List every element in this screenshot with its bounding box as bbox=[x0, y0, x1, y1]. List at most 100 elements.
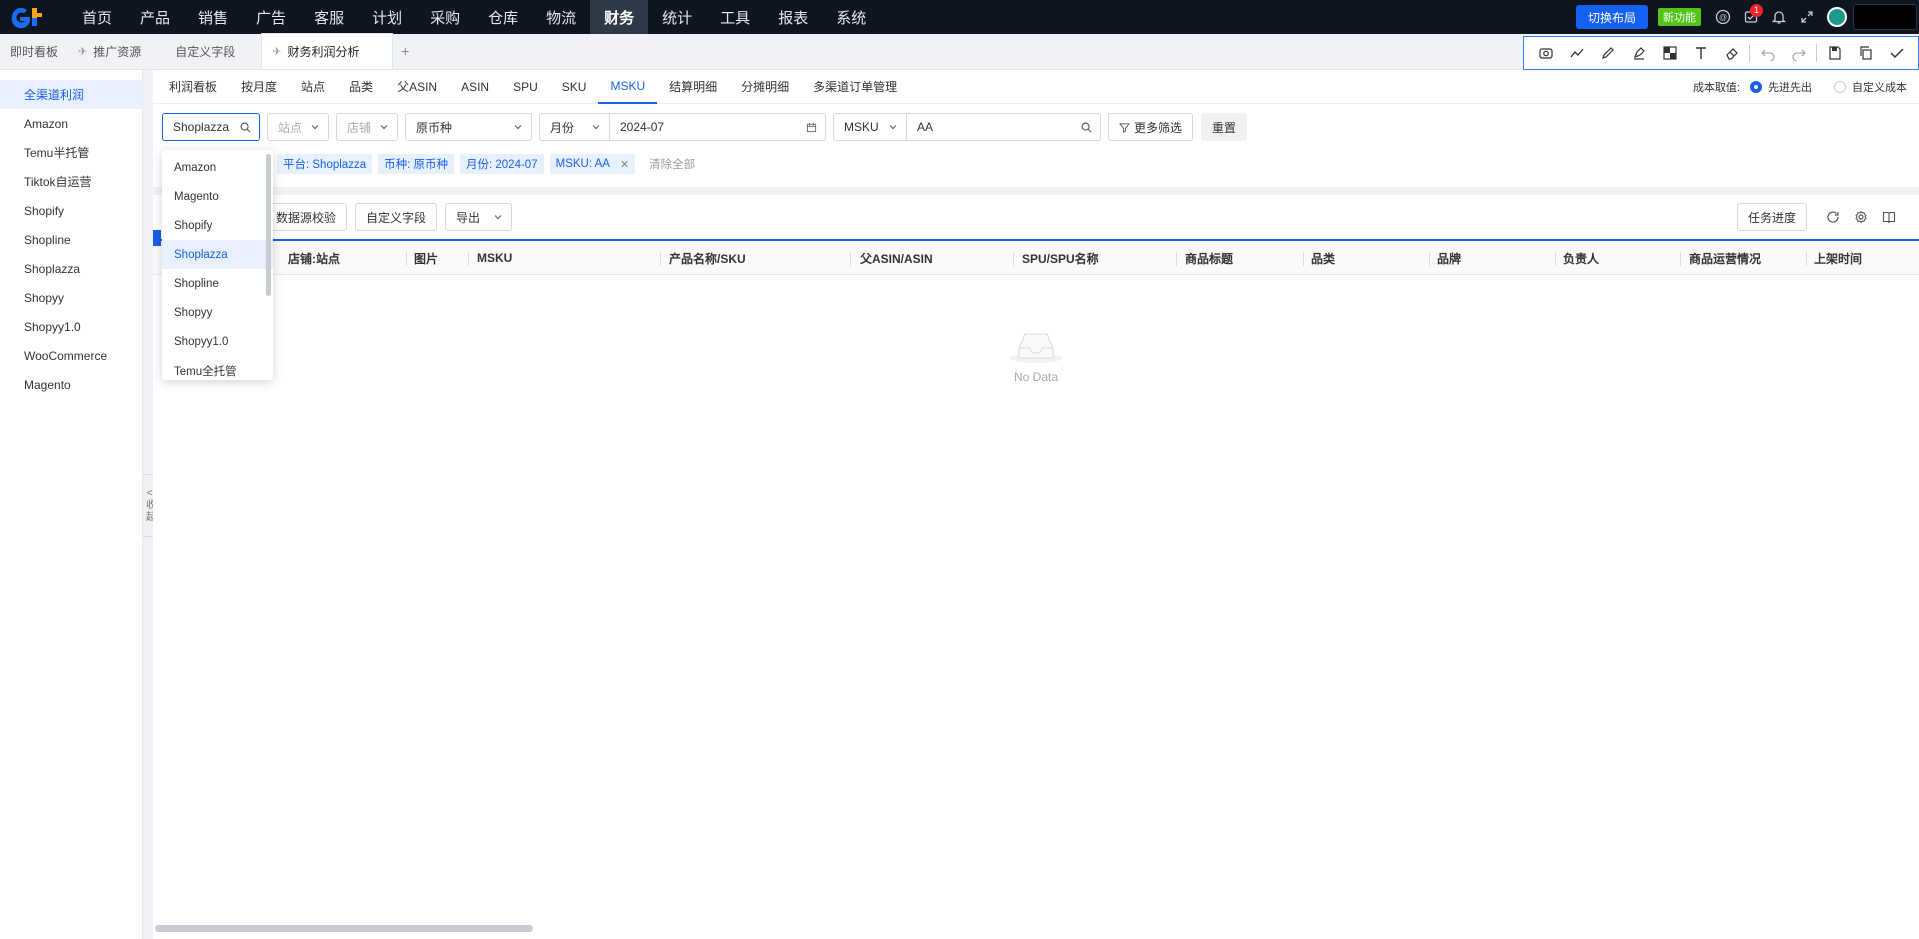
tab-msku[interactable]: MSKU bbox=[598, 70, 658, 104]
radio-fifo[interactable] bbox=[1750, 81, 1762, 93]
col-msku[interactable]: MSKU bbox=[477, 241, 512, 275]
select-all-marker[interactable] bbox=[153, 230, 161, 246]
tab-site[interactable]: 站点 bbox=[289, 70, 337, 104]
close-icon[interactable]: ✕ bbox=[620, 158, 629, 171]
fullscreen-icon[interactable] bbox=[1793, 0, 1821, 34]
tab-dashboard[interactable]: 即时看板 bbox=[0, 33, 68, 69]
highlighter-icon[interactable] bbox=[1623, 37, 1654, 69]
mosaic-icon[interactable] bbox=[1654, 37, 1685, 69]
undo-icon[interactable] bbox=[1752, 37, 1783, 69]
curve-icon[interactable] bbox=[1561, 37, 1592, 69]
period-type-select[interactable]: 月份 bbox=[539, 113, 610, 141]
fifo-label[interactable]: 先进先出 bbox=[1768, 79, 1812, 95]
option-temu-full[interactable]: Temu全托管 bbox=[162, 356, 273, 380]
tab-promo-resource[interactable]: ✈ 推广资源 bbox=[68, 33, 151, 69]
nav-finance[interactable]: 财务 bbox=[590, 0, 649, 34]
confirm-icon[interactable] bbox=[1881, 37, 1912, 69]
reset-button[interactable]: 重置 bbox=[1201, 113, 1248, 141]
bell-icon[interactable] bbox=[1765, 0, 1793, 34]
gear-icon[interactable] bbox=[1847, 203, 1875, 231]
option-shopline[interactable]: Shopline bbox=[162, 269, 273, 298]
pen-icon[interactable] bbox=[1592, 37, 1623, 69]
add-tab-button[interactable]: + bbox=[401, 33, 409, 69]
pin-icon[interactable]: ✈ bbox=[78, 45, 87, 58]
tab-category[interactable]: 品类 bbox=[337, 70, 385, 104]
refresh-icon[interactable] bbox=[1819, 203, 1847, 231]
sidebar-item-shoplazza[interactable]: Shoplazza bbox=[0, 254, 142, 283]
export-button[interactable]: 导出 bbox=[445, 203, 513, 231]
horizontal-scrollbar[interactable] bbox=[155, 925, 1919, 933]
task-progress-button[interactable]: 任务进度 bbox=[1736, 203, 1807, 231]
tab-parent-asin[interactable]: 父ASIN bbox=[385, 70, 449, 104]
tab-allocation[interactable]: 分摊明细 bbox=[729, 70, 801, 104]
app-logo[interactable] bbox=[0, 0, 56, 34]
col-shop-site[interactable]: 店铺:站点 bbox=[288, 241, 340, 275]
col-owner[interactable]: 负责人 bbox=[1563, 241, 1599, 275]
custom-cost-label[interactable]: 自定义成本 bbox=[1852, 79, 1907, 95]
redo-icon[interactable] bbox=[1783, 37, 1814, 69]
nav-warehouse[interactable]: 仓库 bbox=[474, 0, 532, 34]
shop-select[interactable]: 店铺 bbox=[336, 113, 398, 141]
nav-logistics[interactable]: 物流 bbox=[532, 0, 590, 34]
col-category[interactable]: 品类 bbox=[1311, 241, 1335, 275]
nav-system[interactable]: 系统 bbox=[822, 0, 880, 34]
nav-purchase[interactable]: 采购 bbox=[416, 0, 474, 34]
nav-ads[interactable]: 广告 bbox=[242, 0, 300, 34]
search-type-select[interactable]: MSKU bbox=[833, 113, 907, 141]
month-picker[interactable]: 2024-07 bbox=[610, 113, 826, 141]
nav-tools[interactable]: 工具 bbox=[706, 0, 764, 34]
site-select[interactable]: 站点 bbox=[267, 113, 329, 141]
tab-monthly[interactable]: 按月度 bbox=[229, 70, 289, 104]
nav-plan[interactable]: 计划 bbox=[358, 0, 416, 34]
nav-home[interactable]: 首页 bbox=[68, 0, 126, 34]
option-magento[interactable]: Magento bbox=[162, 182, 273, 211]
nav-sales[interactable]: 销售 bbox=[184, 0, 242, 34]
sidebar-item-amazon[interactable]: Amazon bbox=[0, 109, 142, 138]
nav-product[interactable]: 产品 bbox=[126, 0, 184, 34]
copy-icon[interactable] bbox=[1850, 37, 1881, 69]
radio-custom-cost[interactable] bbox=[1834, 81, 1846, 93]
sidebar-item-all-channels[interactable]: 全渠道利润 bbox=[0, 80, 142, 109]
screenshot-icon[interactable] bbox=[1530, 37, 1561, 69]
col-listing-time[interactable]: 上架时间 bbox=[1814, 241, 1862, 275]
nav-reports[interactable]: 报表 bbox=[764, 0, 822, 34]
sidebar-item-magento[interactable]: Magento bbox=[0, 370, 142, 399]
sidebar-item-shopify[interactable]: Shopify bbox=[0, 196, 142, 225]
chip-platform[interactable]: 平台: Shoplazza bbox=[277, 154, 373, 174]
user-menu[interactable] bbox=[1853, 4, 1917, 30]
option-shopify[interactable]: Shopify bbox=[162, 211, 273, 240]
col-title[interactable]: 商品标题 bbox=[1185, 241, 1233, 275]
nav-stats[interactable]: 统计 bbox=[648, 0, 706, 34]
sidebar-item-temu[interactable]: Temu半托管 bbox=[0, 138, 142, 167]
tab-profit-board[interactable]: 利润看板 bbox=[157, 70, 229, 104]
text-icon[interactable] bbox=[1685, 37, 1716, 69]
platform-select[interactable]: Shoplazza bbox=[162, 113, 260, 141]
task-check-icon[interactable]: 1 bbox=[1737, 0, 1765, 34]
sidebar-item-woocommerce[interactable]: WooCommerce bbox=[0, 341, 142, 370]
sidebar-item-shopyy[interactable]: Shopyy bbox=[0, 283, 142, 312]
tab-finance-profit[interactable]: ✈ 财务利润分析 bbox=[261, 33, 394, 69]
pin-icon[interactable]: ✈ bbox=[272, 45, 281, 58]
new-feature-button[interactable]: 新功能 bbox=[1658, 8, 1701, 26]
tab-settlement[interactable]: 结算明细 bbox=[657, 70, 729, 104]
col-operations[interactable]: 商品运营情况 bbox=[1689, 241, 1761, 275]
sidebar-item-tiktok[interactable]: Tiktok自运营 bbox=[0, 167, 142, 196]
option-shoplazza[interactable]: Shoplazza bbox=[162, 240, 273, 269]
col-product-name[interactable]: 产品名称/SKU bbox=[669, 241, 746, 275]
tab-multichannel-orders[interactable]: 多渠道订单管理 bbox=[801, 70, 909, 104]
save-icon[interactable] bbox=[1819, 37, 1850, 69]
help-icon[interactable]: @ bbox=[1709, 0, 1737, 34]
col-spu[interactable]: SPU/SPU名称 bbox=[1022, 241, 1099, 275]
option-shopyy[interactable]: Shopyy bbox=[162, 298, 273, 327]
option-amazon[interactable]: Amazon bbox=[162, 153, 273, 182]
sidebar-item-shopline[interactable]: Shopline bbox=[0, 225, 142, 254]
sidebar-item-shopyy1[interactable]: Shopyy1.0 bbox=[0, 312, 142, 341]
search-input[interactable]: AA bbox=[907, 113, 1101, 141]
nav-service[interactable]: 客服 bbox=[300, 0, 358, 34]
scrollbar-thumb[interactable] bbox=[155, 925, 533, 932]
chip-month[interactable]: 月份: 2024-07 bbox=[460, 154, 544, 174]
tab-custom-fields[interactable]: 自定义字段 bbox=[165, 33, 245, 69]
chip-currency[interactable]: 币种: 原币种 bbox=[378, 154, 454, 174]
switch-layout-button[interactable]: 切换布局 bbox=[1575, 5, 1648, 29]
search-icon[interactable] bbox=[1081, 122, 1092, 133]
